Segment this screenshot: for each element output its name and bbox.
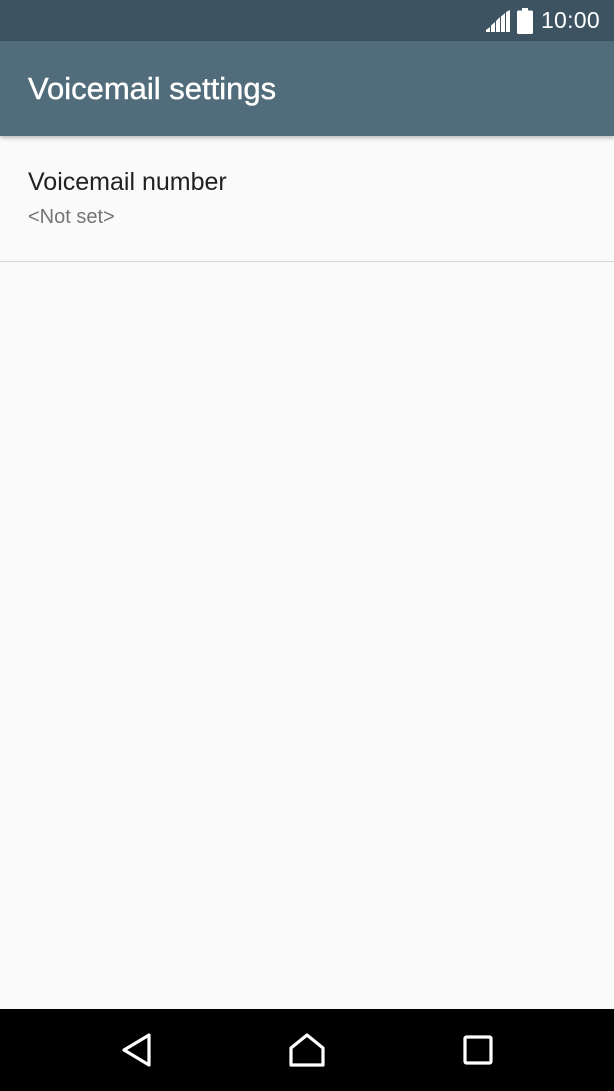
setting-title: Voicemail number [28, 168, 227, 196]
setting-summary: <Not set> [28, 206, 115, 228]
navigation-bar [0, 1009, 614, 1091]
recents-button[interactable] [428, 1009, 528, 1091]
status-icons: 10:00 [485, 0, 600, 41]
signal-icon [485, 9, 510, 32]
back-icon [122, 1033, 151, 1067]
home-icon [289, 1033, 325, 1067]
status-time: 10:00 [540, 7, 600, 33]
recents-icon [463, 1035, 493, 1065]
app-bar: Voicemail settings [0, 41, 614, 136]
page-title: Voicemail settings [28, 71, 277, 106]
battery-icon [516, 7, 533, 34]
home-button[interactable] [257, 1009, 357, 1091]
status-bar: 10:00 [0, 0, 614, 41]
back-button[interactable] [87, 1009, 187, 1091]
divider [0, 261, 614, 262]
voicemail-number-setting[interactable]: Voicemail number <Not set> [0, 136, 614, 261]
